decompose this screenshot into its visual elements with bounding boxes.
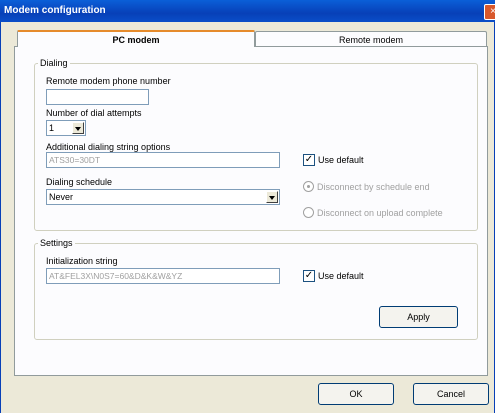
- disconnect-upload-label: Disconnect on upload complete: [317, 208, 443, 218]
- attempts-value: 1: [49, 123, 55, 133]
- attempts-label: Number of dial attempts: [46, 108, 142, 118]
- settings-group-label: Settings: [38, 238, 75, 248]
- use-default-checkbox-dialing[interactable]: ✓: [303, 154, 315, 166]
- schedule-value: Never: [49, 192, 74, 202]
- use-default-label-dialing: Use default: [318, 155, 364, 165]
- init-input[interactable]: AT&FEL3X\N0S7=60&D&K&W&YZ: [46, 268, 280, 284]
- close-button[interactable]: ×: [484, 4, 495, 20]
- cancel-button[interactable]: Cancel: [413, 383, 489, 405]
- dialing-group-label: Dialing: [38, 58, 70, 68]
- disconnect-schedule-label: Disconnect by schedule end: [317, 182, 430, 192]
- window-title: Modem configuration: [4, 5, 106, 16]
- use-default-checkbox-settings[interactable]: ✓: [303, 270, 315, 282]
- phone-input[interactable]: [46, 89, 149, 105]
- ok-button[interactable]: OK: [318, 383, 394, 405]
- init-label: Initialization string: [46, 256, 118, 266]
- apply-button[interactable]: Apply: [379, 306, 458, 328]
- attempts-select[interactable]: 1: [46, 120, 86, 136]
- schedule-select[interactable]: Never: [46, 189, 280, 205]
- schedule-label: Dialing schedule: [46, 177, 113, 187]
- options-label: Additional dialing string options: [46, 142, 171, 152]
- tab-pc-modem[interactable]: PC modem: [17, 30, 255, 47]
- tab-remote-modem[interactable]: Remote modem: [255, 31, 487, 46]
- disconnect-upload-radio[interactable]: [303, 207, 314, 218]
- title-bar: Modem configuration: [0, 0, 495, 22]
- use-default-label-settings: Use default: [318, 271, 364, 281]
- chevron-down-icon[interactable]: [266, 191, 278, 203]
- options-input[interactable]: ATS30=30DT: [46, 152, 280, 168]
- chevron-down-icon[interactable]: [72, 122, 84, 134]
- phone-label: Remote modem phone number: [46, 76, 171, 86]
- disconnect-schedule-radio[interactable]: [303, 181, 314, 192]
